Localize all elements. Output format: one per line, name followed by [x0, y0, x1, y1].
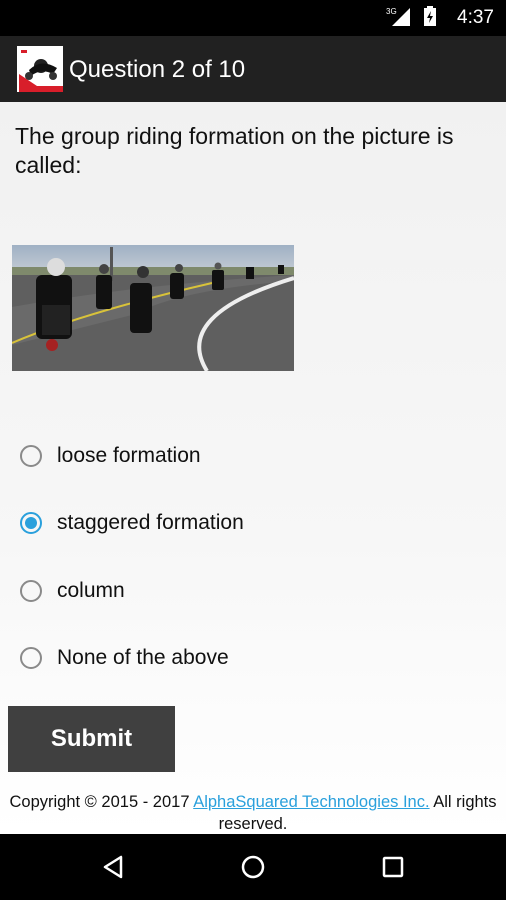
status-time: 4:37	[457, 7, 494, 28]
status-icons: 3G	[386, 6, 436, 30]
option-label: None of the above	[57, 646, 229, 669]
back-icon[interactable]	[99, 852, 129, 882]
motorcycle-logo-icon	[17, 46, 63, 92]
radio-button[interactable]	[20, 445, 42, 467]
radio-button[interactable]	[20, 647, 42, 669]
battery-icon	[424, 6, 436, 30]
recent-apps-icon[interactable]	[378, 852, 408, 882]
status-bar: 3G 4:37	[0, 0, 506, 36]
question-text: The group riding formation on the pictur…	[15, 123, 454, 178]
option-staggered-formation[interactable]: staggered formation	[20, 508, 244, 538]
option-label: column	[57, 579, 125, 602]
navigation-bar	[0, 834, 506, 900]
copyright-prefix: Copyright © 2015 - 2017	[9, 793, 194, 811]
option-none-of-the-above[interactable]: None of the above	[20, 643, 229, 673]
option-loose-formation[interactable]: loose formation	[20, 441, 201, 471]
submit-button[interactable]: Submit	[8, 706, 175, 772]
question-photo	[11, 245, 295, 373]
main-content: The group riding formation on the pictur…	[0, 102, 506, 834]
option-column[interactable]: column	[20, 576, 125, 606]
option-label: staggered formation	[57, 511, 244, 534]
footer-copyright: Copyright © 2015 - 2017 AlphaSquared Tec…	[0, 791, 506, 835]
radio-button[interactable]	[20, 580, 42, 602]
signal-icon: 3G	[386, 6, 412, 30]
app-bar: Question 2 of 10	[0, 36, 506, 102]
home-icon[interactable]	[238, 852, 268, 882]
network-type-label: 3G	[386, 7, 397, 16]
company-link[interactable]: AlphaSquared Technologies Inc.	[193, 793, 429, 811]
page-title: Question 2 of 10	[69, 56, 246, 83]
radio-button-selected[interactable]	[20, 512, 42, 534]
option-label: loose formation	[57, 444, 201, 467]
